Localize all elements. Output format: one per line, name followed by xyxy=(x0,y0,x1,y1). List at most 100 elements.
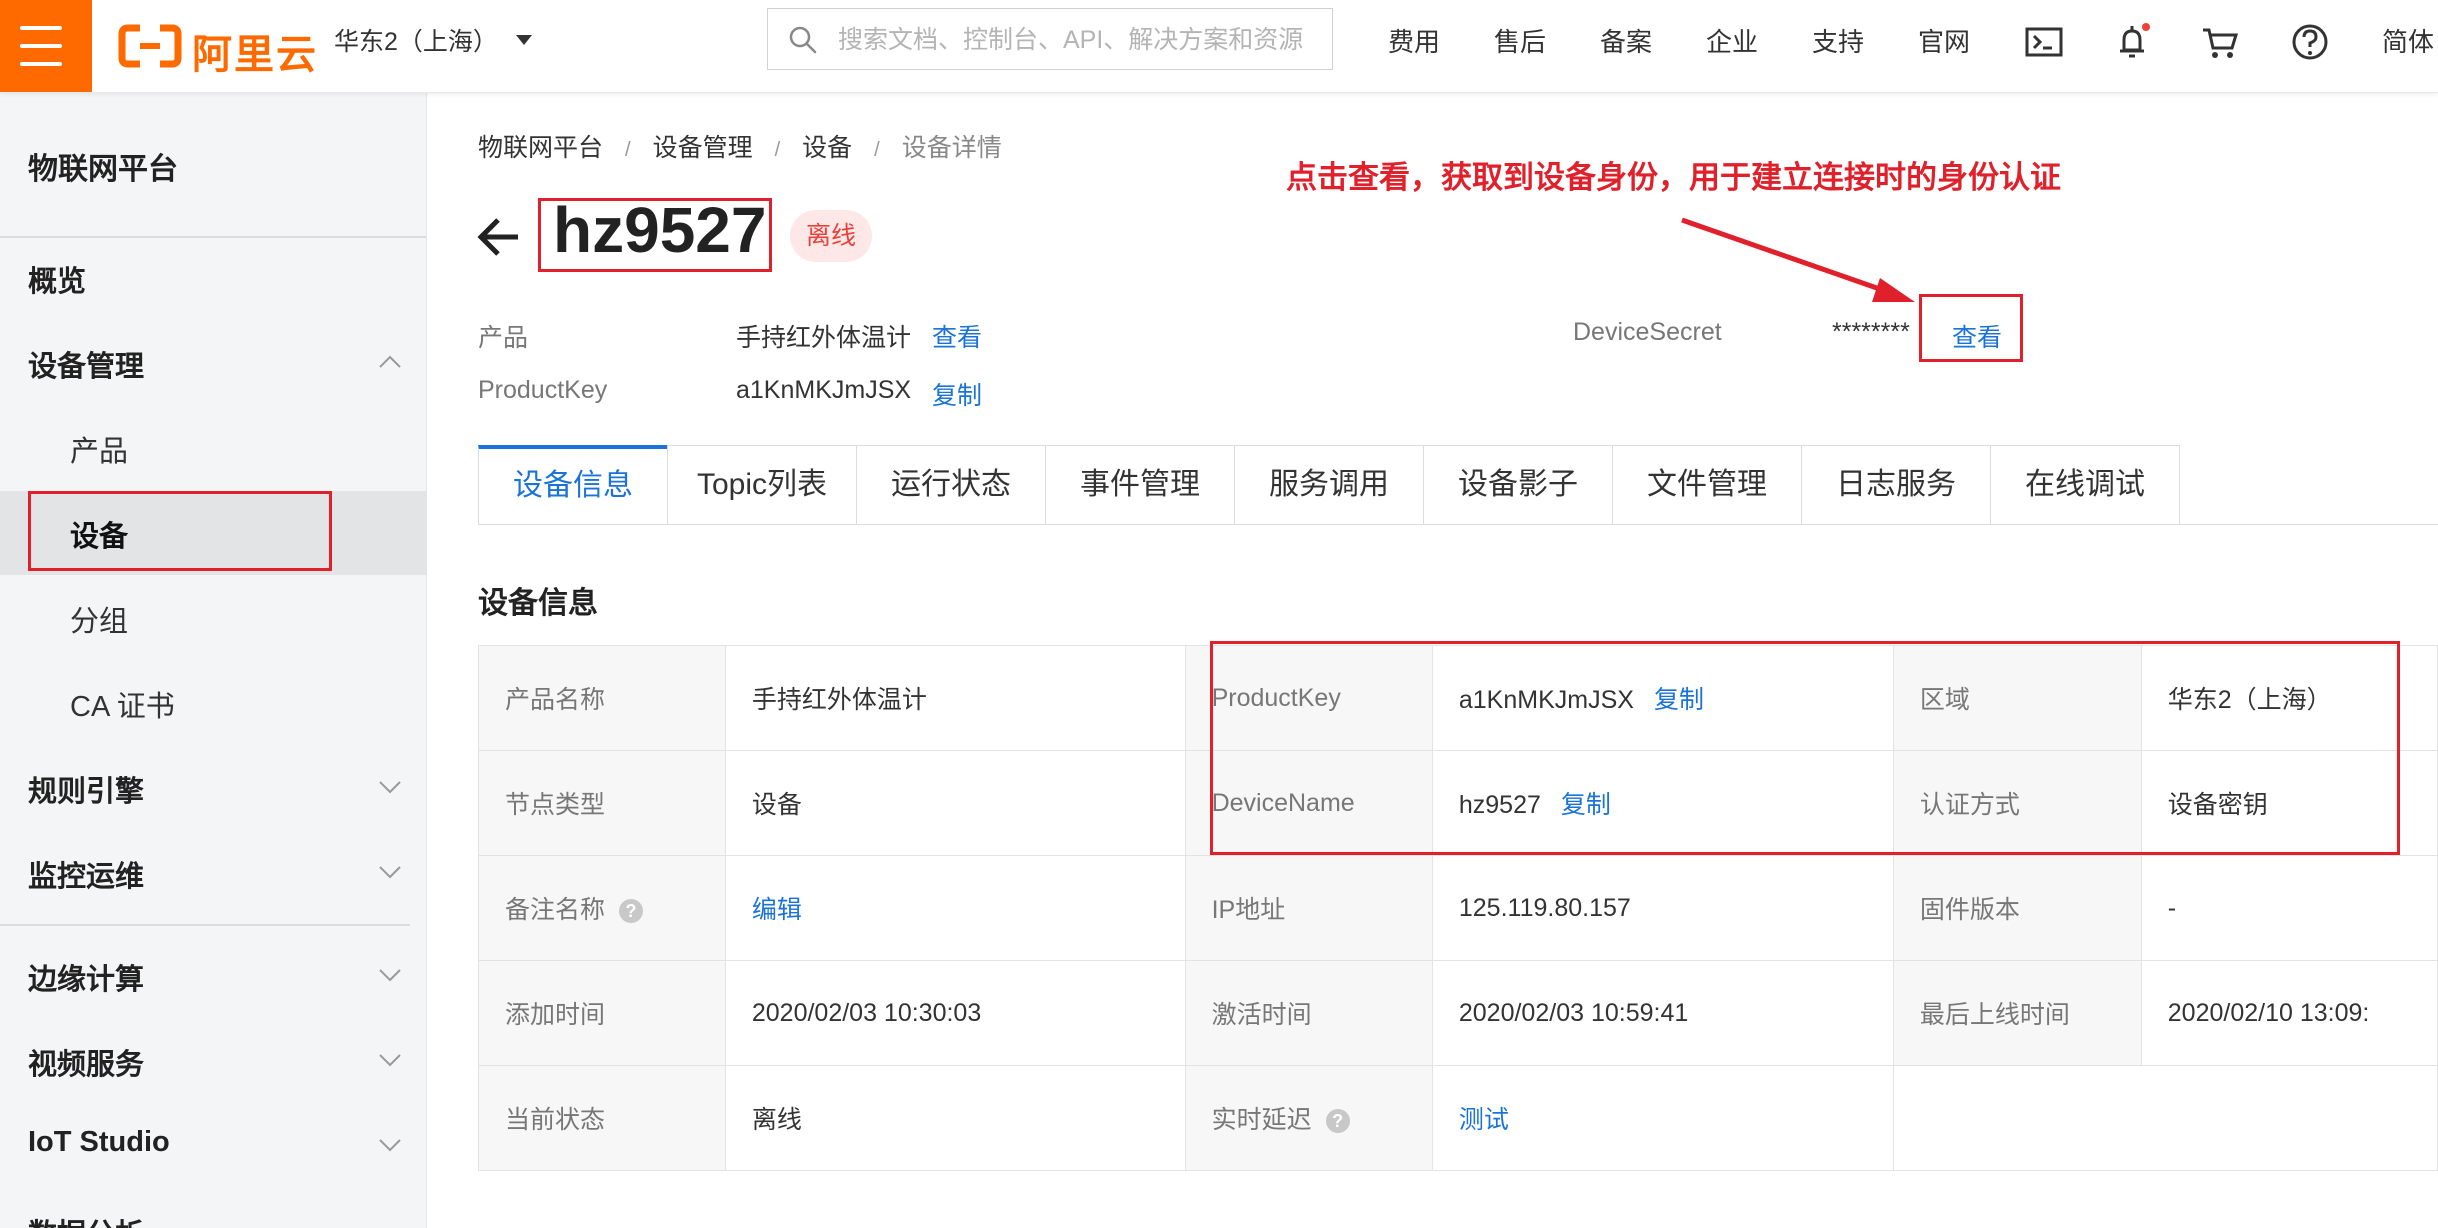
sidebar-item-data-analysis[interactable]: 数据分析 xyxy=(0,1189,426,1228)
sidebar-item-devices[interactable]: 设备 xyxy=(0,491,426,575)
nav-icp-filing[interactable]: 备案 xyxy=(1600,22,1652,59)
chevron-down-icon xyxy=(379,866,401,879)
region-label: 华东2（上海） xyxy=(334,28,498,56)
tab-log-service[interactable]: 日志服务 xyxy=(1801,445,1991,525)
sidebar-item-groups[interactable]: 分组 xyxy=(0,576,426,660)
sidebar-item-iot-studio[interactable]: IoT Studio xyxy=(0,1104,426,1188)
firmware-version-value: - xyxy=(2140,855,2438,961)
device-info-table: 产品名称 手持红外体温计 ProductKey a1KnMKJmJSX 复制 区域… xyxy=(478,645,2438,1171)
menu-icon[interactable] xyxy=(0,0,92,92)
devicesecret-label: DeviceSecret xyxy=(1573,318,1722,346)
created-time-label: 添加时间 xyxy=(478,960,726,1066)
cart-icon[interactable] xyxy=(2200,22,2240,62)
nav-after-sales[interactable]: 售后 xyxy=(1494,22,1546,59)
tab-event-management[interactable]: 事件管理 xyxy=(1045,445,1235,525)
view-product-link[interactable]: 查看 xyxy=(932,318,982,354)
top-bar: 阿里云 华东2（上海） 费用 售后 备案 企业 支持 官网 简体 xyxy=(0,0,2438,93)
remark-name-cell: 备注名称? xyxy=(478,855,726,961)
search-box[interactable] xyxy=(767,8,1333,71)
nav-official-site[interactable]: 官网 xyxy=(1918,22,1970,59)
chevron-down-icon xyxy=(379,781,401,794)
tab-service-invocation[interactable]: 服务调用 xyxy=(1234,445,1424,525)
help-icon[interactable] xyxy=(2290,22,2330,62)
breadcrumb-separator: / xyxy=(625,139,631,161)
sidebar-item-video-service[interactable]: 视频服务 xyxy=(0,1019,426,1103)
sidebar-title: 物联网平台 xyxy=(28,153,178,186)
productkey-label: ProductKey xyxy=(478,376,608,404)
productkey-cell: a1KnMKJmJSX 复制 xyxy=(1431,645,1894,751)
tab-device-shadow[interactable]: 设备影子 xyxy=(1423,445,1613,525)
table-row: 节点类型 设备 DeviceName hz9527 复制 认证方式 设备密钥 xyxy=(478,750,2438,856)
tab-file-management[interactable]: 文件管理 xyxy=(1612,445,1802,525)
breadcrumb-iot-platform[interactable]: 物联网平台 xyxy=(478,134,603,162)
nav-fees[interactable]: 费用 xyxy=(1388,22,1440,59)
tab-running-status[interactable]: 运行状态 xyxy=(856,445,1046,525)
tab-online-debug[interactable]: 在线调试 xyxy=(1990,445,2180,525)
created-time-value: 2020/02/03 10:30:03 xyxy=(724,960,1186,1066)
latency-cell: 实时延迟? xyxy=(1184,1065,1433,1171)
table-row: 添加时间 2020/02/03 10:30:03 激活时间 2020/02/03… xyxy=(478,960,2438,1066)
chevron-down-icon xyxy=(379,1054,401,1067)
table-row: 当前状态 离线 实时延迟? 测试 xyxy=(478,1065,2438,1171)
tab-divider xyxy=(478,524,2438,525)
terminal-icon[interactable] xyxy=(2024,22,2064,62)
sidebar-item-products[interactable]: 产品 xyxy=(0,406,426,490)
region-selector[interactable]: 华东2（上海） xyxy=(334,22,532,58)
view-devicesecret-link[interactable]: 查看 xyxy=(1952,318,2002,354)
sidebar-item-label: 设备管理 xyxy=(28,351,145,383)
tab-topic-list[interactable]: Topic列表 xyxy=(667,445,857,525)
table-row: 产品名称 手持红外体温计 ProductKey a1KnMKJmJSX 复制 区域… xyxy=(478,645,2438,751)
auth-method-label: 认证方式 xyxy=(1892,750,2142,856)
breadcrumb-separator: / xyxy=(874,139,880,161)
breadcrumb-devices[interactable]: 设备 xyxy=(802,134,852,162)
current-status-label: 当前状态 xyxy=(478,1065,726,1171)
help-icon[interactable]: ? xyxy=(1325,1109,1350,1134)
latency-test-cell: 测试 xyxy=(1431,1065,1894,1171)
empty-cell xyxy=(1893,1065,2142,1171)
aliyun-logo-icon xyxy=(118,24,182,68)
sidebar-divider xyxy=(0,924,410,926)
copy-productkey-link[interactable]: 复制 xyxy=(932,376,982,412)
latency-test-link[interactable]: 测试 xyxy=(1459,1106,1509,1134)
sidebar-item-label: 数据分析 xyxy=(28,1211,144,1228)
sidebar-item-label: 概览 xyxy=(28,266,87,298)
logo-text: 阿里云 xyxy=(192,33,318,77)
productkey-value: a1KnMKJmJSX xyxy=(1458,686,1634,714)
sidebar-item-rules-engine[interactable]: 规则引擎 xyxy=(0,746,426,830)
sidebar-item-edge-computing[interactable]: 边缘计算 xyxy=(0,934,426,1018)
node-type-label: 节点类型 xyxy=(478,750,726,856)
breadcrumb-device-detail: 设备详情 xyxy=(901,134,1002,162)
sidebar-item-monitoring[interactable]: 监控运维 xyxy=(0,831,426,915)
copy-devicename-button[interactable]: 复制 xyxy=(1561,791,1611,819)
devicesecret-value: ******** xyxy=(1832,318,1910,346)
nav-enterprise[interactable]: 企业 xyxy=(1706,22,1758,59)
nav-support[interactable]: 支持 xyxy=(1812,22,1864,59)
annotation-text: 点击查看，获取到设备身份，用于建立连接时的身份认证 xyxy=(1286,160,2061,195)
copy-productkey-button[interactable]: 复制 xyxy=(1654,686,1704,714)
tab-device-info[interactable]: 设备信息 xyxy=(478,445,668,525)
breadcrumb-separator: / xyxy=(774,139,781,161)
breadcrumb-device-management[interactable]: 设备管理 xyxy=(653,134,753,162)
chevron-down-icon xyxy=(379,1139,401,1152)
productkey-value: a1KnMKJmJSX xyxy=(736,376,912,404)
sidebar-item-label: 设备 xyxy=(70,521,129,553)
sidebar-item-device-management[interactable]: 设备管理 xyxy=(0,321,426,405)
product-value: 手持红外体温计 xyxy=(736,324,912,352)
search-input[interactable] xyxy=(836,9,1320,71)
sidebar-item-label: IoT Studio xyxy=(28,1126,170,1158)
caret-down-icon xyxy=(515,35,532,45)
help-icon[interactable]: ? xyxy=(619,899,644,924)
language-switch[interactable]: 简体 xyxy=(2382,22,2434,59)
sidebar-item-ca-certificates[interactable]: CA 证书 xyxy=(0,661,426,745)
sidebar-item-label: 规则引擎 xyxy=(28,776,145,808)
bell-icon[interactable] xyxy=(2112,22,2152,62)
edit-remark-link[interactable]: 编辑 xyxy=(752,896,802,924)
firmware-version-label: 固件版本 xyxy=(1892,855,2142,961)
ip-address-label: IP地址 xyxy=(1184,855,1433,961)
back-arrow-icon[interactable] xyxy=(476,214,522,260)
chevron-down-icon xyxy=(379,969,401,982)
productkey-label: ProductKey xyxy=(1184,645,1433,751)
sidebar-item-overview[interactable]: 概览 xyxy=(0,236,426,320)
page-title: hz9527 xyxy=(553,194,767,266)
product-name-label: 产品名称 xyxy=(478,645,726,751)
